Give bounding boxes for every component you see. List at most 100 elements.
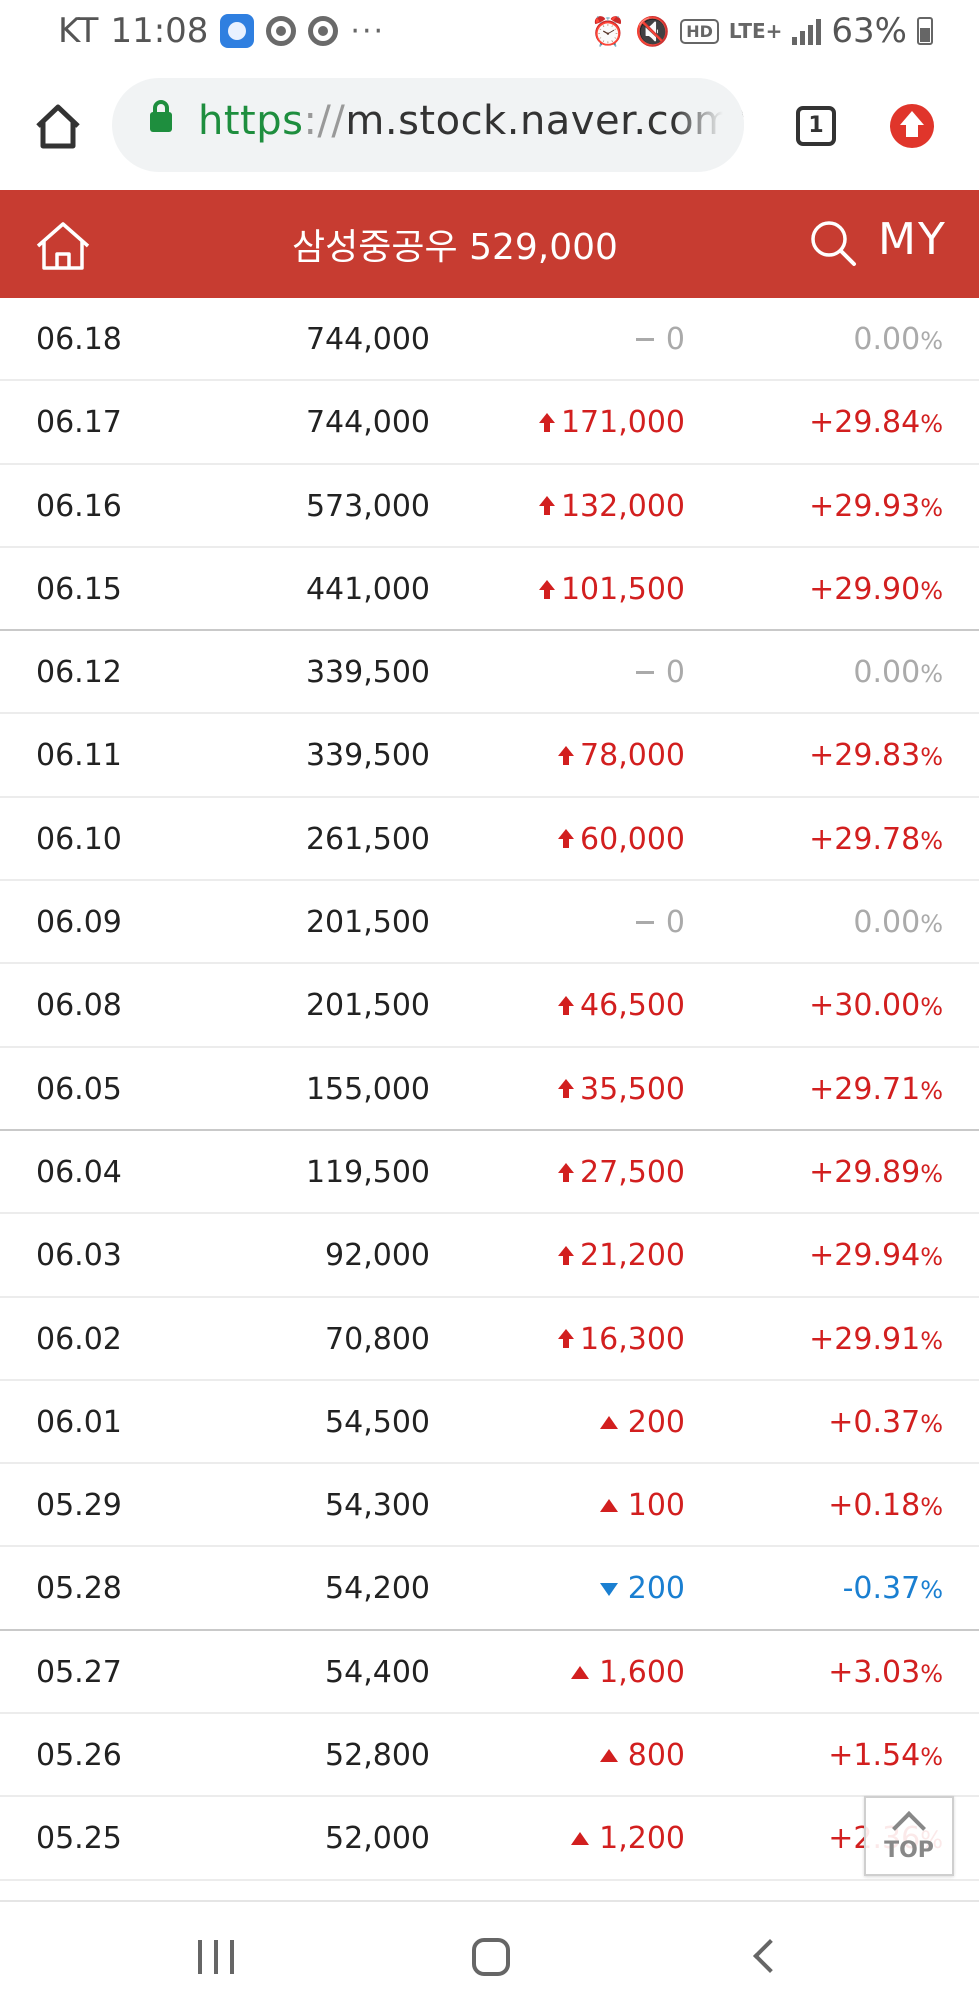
close-price-cell: 339,500 [305, 738, 430, 774]
close-price-cell: 119,500 [305, 1154, 430, 1190]
up-triangle-icon [571, 1665, 590, 1679]
percent-sign: % [920, 1576, 943, 1605]
close-price-cell: 92,000 [325, 1238, 430, 1274]
upper-limit-arrow-icon [558, 1329, 575, 1349]
flat-dash-icon [635, 671, 654, 675]
my-button[interactable]: MY [878, 214, 947, 265]
change-cell: 78,000 [558, 714, 685, 797]
change-rate-cell: +1.54% [828, 1714, 943, 1797]
url-scheme: https [198, 98, 304, 144]
change-rate-cell: +29.90% [809, 548, 943, 631]
table-row: 06.17 744,000 171,000 +29.84% [0, 381, 979, 465]
close-price-cell: 155,000 [305, 1071, 430, 1107]
table-row: 05.2552,0001,200+2.36% [0, 1797, 979, 1881]
change-rate-cell: 0.00% [853, 631, 943, 714]
percent-sign: % [920, 1159, 943, 1188]
rate-value: +29.90 [809, 571, 921, 607]
date-cell: 06.16 [36, 488, 122, 524]
update-icon[interactable] [890, 104, 934, 148]
home-nav-icon[interactable] [472, 1938, 510, 1976]
up-triangle-icon [599, 1499, 618, 1513]
percent-sign: % [920, 660, 943, 689]
percent-sign: % [920, 1743, 943, 1772]
upper-limit-arrow-icon [558, 829, 575, 849]
battery-icon [917, 17, 933, 45]
change-cell: 1,600 [571, 1631, 685, 1714]
back-icon[interactable] [753, 1939, 787, 1973]
change-value: 27,500 [580, 1154, 685, 1190]
table-row: 05.26 52,800 800 +1.54% [0, 1714, 979, 1798]
change-cell: 46,500 [558, 964, 685, 1047]
change-value: 0 [665, 905, 685, 941]
change-value: 800 [627, 1738, 685, 1774]
percent-sign: % [920, 576, 943, 605]
page-title: 삼성중공우 529,000 [292, 227, 618, 268]
upper-limit-arrow-icon [558, 1245, 575, 1266]
change-cell: 1,200 [571, 1797, 685, 1880]
date-cell: 06.08 [36, 988, 122, 1024]
price-history-table: 06.18 744,000 0 0.00% 06.17 744,000 171,000 +29… [0, 298, 979, 1881]
percent-sign: % [920, 410, 943, 439]
change-value: 100 [627, 1488, 685, 1524]
close-price-cell: 54,400 [325, 1654, 430, 1690]
close-price-cell: 261,500 [305, 821, 430, 857]
more-notifications-icon: ··· [350, 13, 386, 49]
percent-sign: % [920, 493, 943, 522]
change-cell: 800 [599, 1714, 685, 1797]
date-cell: 06.03 [36, 1238, 122, 1274]
change-rate-cell: -0.37% [843, 1547, 943, 1630]
change-value: 1,600 [599, 1654, 685, 1690]
up-triangle-icon [571, 1832, 590, 1846]
home-icon[interactable] [32, 100, 84, 152]
address-bar[interactable]: https://m.stock.naver.com/it [112, 78, 744, 172]
change-value: 171,000 [560, 405, 685, 441]
flat-dash-icon [635, 921, 654, 925]
percent-sign: % [920, 1326, 943, 1355]
date-cell: 06.18 [36, 322, 122, 357]
date-cell: 06.02 [36, 1321, 122, 1357]
table-row: 06.04 119,500 27,500 +29.89% [0, 1131, 979, 1215]
close-price-cell: 744,000 [305, 405, 430, 441]
change-rate-cell: +3.03% [828, 1631, 943, 1714]
change-rate-cell: +29.83% [809, 714, 943, 797]
home-icon[interactable] [34, 218, 92, 272]
scroll-top-button[interactable]: TOP [864, 1796, 954, 1876]
battery-percent: 63% [831, 11, 907, 51]
table-row: 06.10 261,500 60,000 +29.78% [0, 798, 979, 882]
lte-icon: LTE+ [728, 19, 783, 43]
change-cell: 60,000 [558, 798, 685, 881]
table-row: 06.03 92,000 21,200 +29.94% [0, 1214, 979, 1298]
close-price-cell: 744,000 [305, 322, 430, 357]
date-cell: 06.11 [36, 738, 122, 774]
date-cell: 06.05 [36, 1071, 122, 1107]
close-price-cell: 70,800 [325, 1321, 430, 1357]
change-cell: 0 [635, 631, 685, 714]
change-cell: 21,200 [558, 1214, 685, 1297]
tab-switcher-button[interactable]: 1 [796, 106, 836, 146]
upper-limit-arrow-icon [558, 1079, 575, 1099]
rate-value: +29.91 [809, 1321, 921, 1357]
change-rate-cell: +29.93% [809, 465, 943, 548]
change-rate-cell: 0.00% [853, 298, 943, 381]
up-triangle-icon [599, 1749, 618, 1763]
change-rate-cell: +29.71% [809, 1048, 943, 1131]
date-cell: 06.12 [36, 655, 122, 691]
change-rate-cell: +29.84% [809, 381, 943, 464]
close-price-cell: 52,000 [325, 1821, 430, 1857]
recents-icon[interactable] [198, 1940, 234, 1974]
lock-icon [150, 100, 172, 132]
date-cell: 05.27 [36, 1654, 122, 1690]
change-cell: 171,000 [538, 381, 685, 464]
change-rate-cell: +0.18% [828, 1464, 943, 1547]
change-rate-cell: +30.00% [809, 964, 943, 1047]
date-cell: 06.01 [36, 1404, 122, 1440]
change-cell: 16,300 [558, 1298, 685, 1381]
rate-value: +0.37 [828, 1404, 921, 1440]
upper-limit-arrow-icon [558, 1162, 575, 1183]
rate-value: 0.00 [853, 322, 921, 357]
search-icon[interactable] [808, 218, 858, 268]
change-rate-cell: +0.37% [828, 1381, 943, 1464]
url-text[interactable]: https://m.stock.naver.com/it [198, 98, 744, 144]
table-row: 06.16 573,000 132,000 +29.93% [0, 465, 979, 548]
date-cell: 06.17 [36, 405, 122, 441]
